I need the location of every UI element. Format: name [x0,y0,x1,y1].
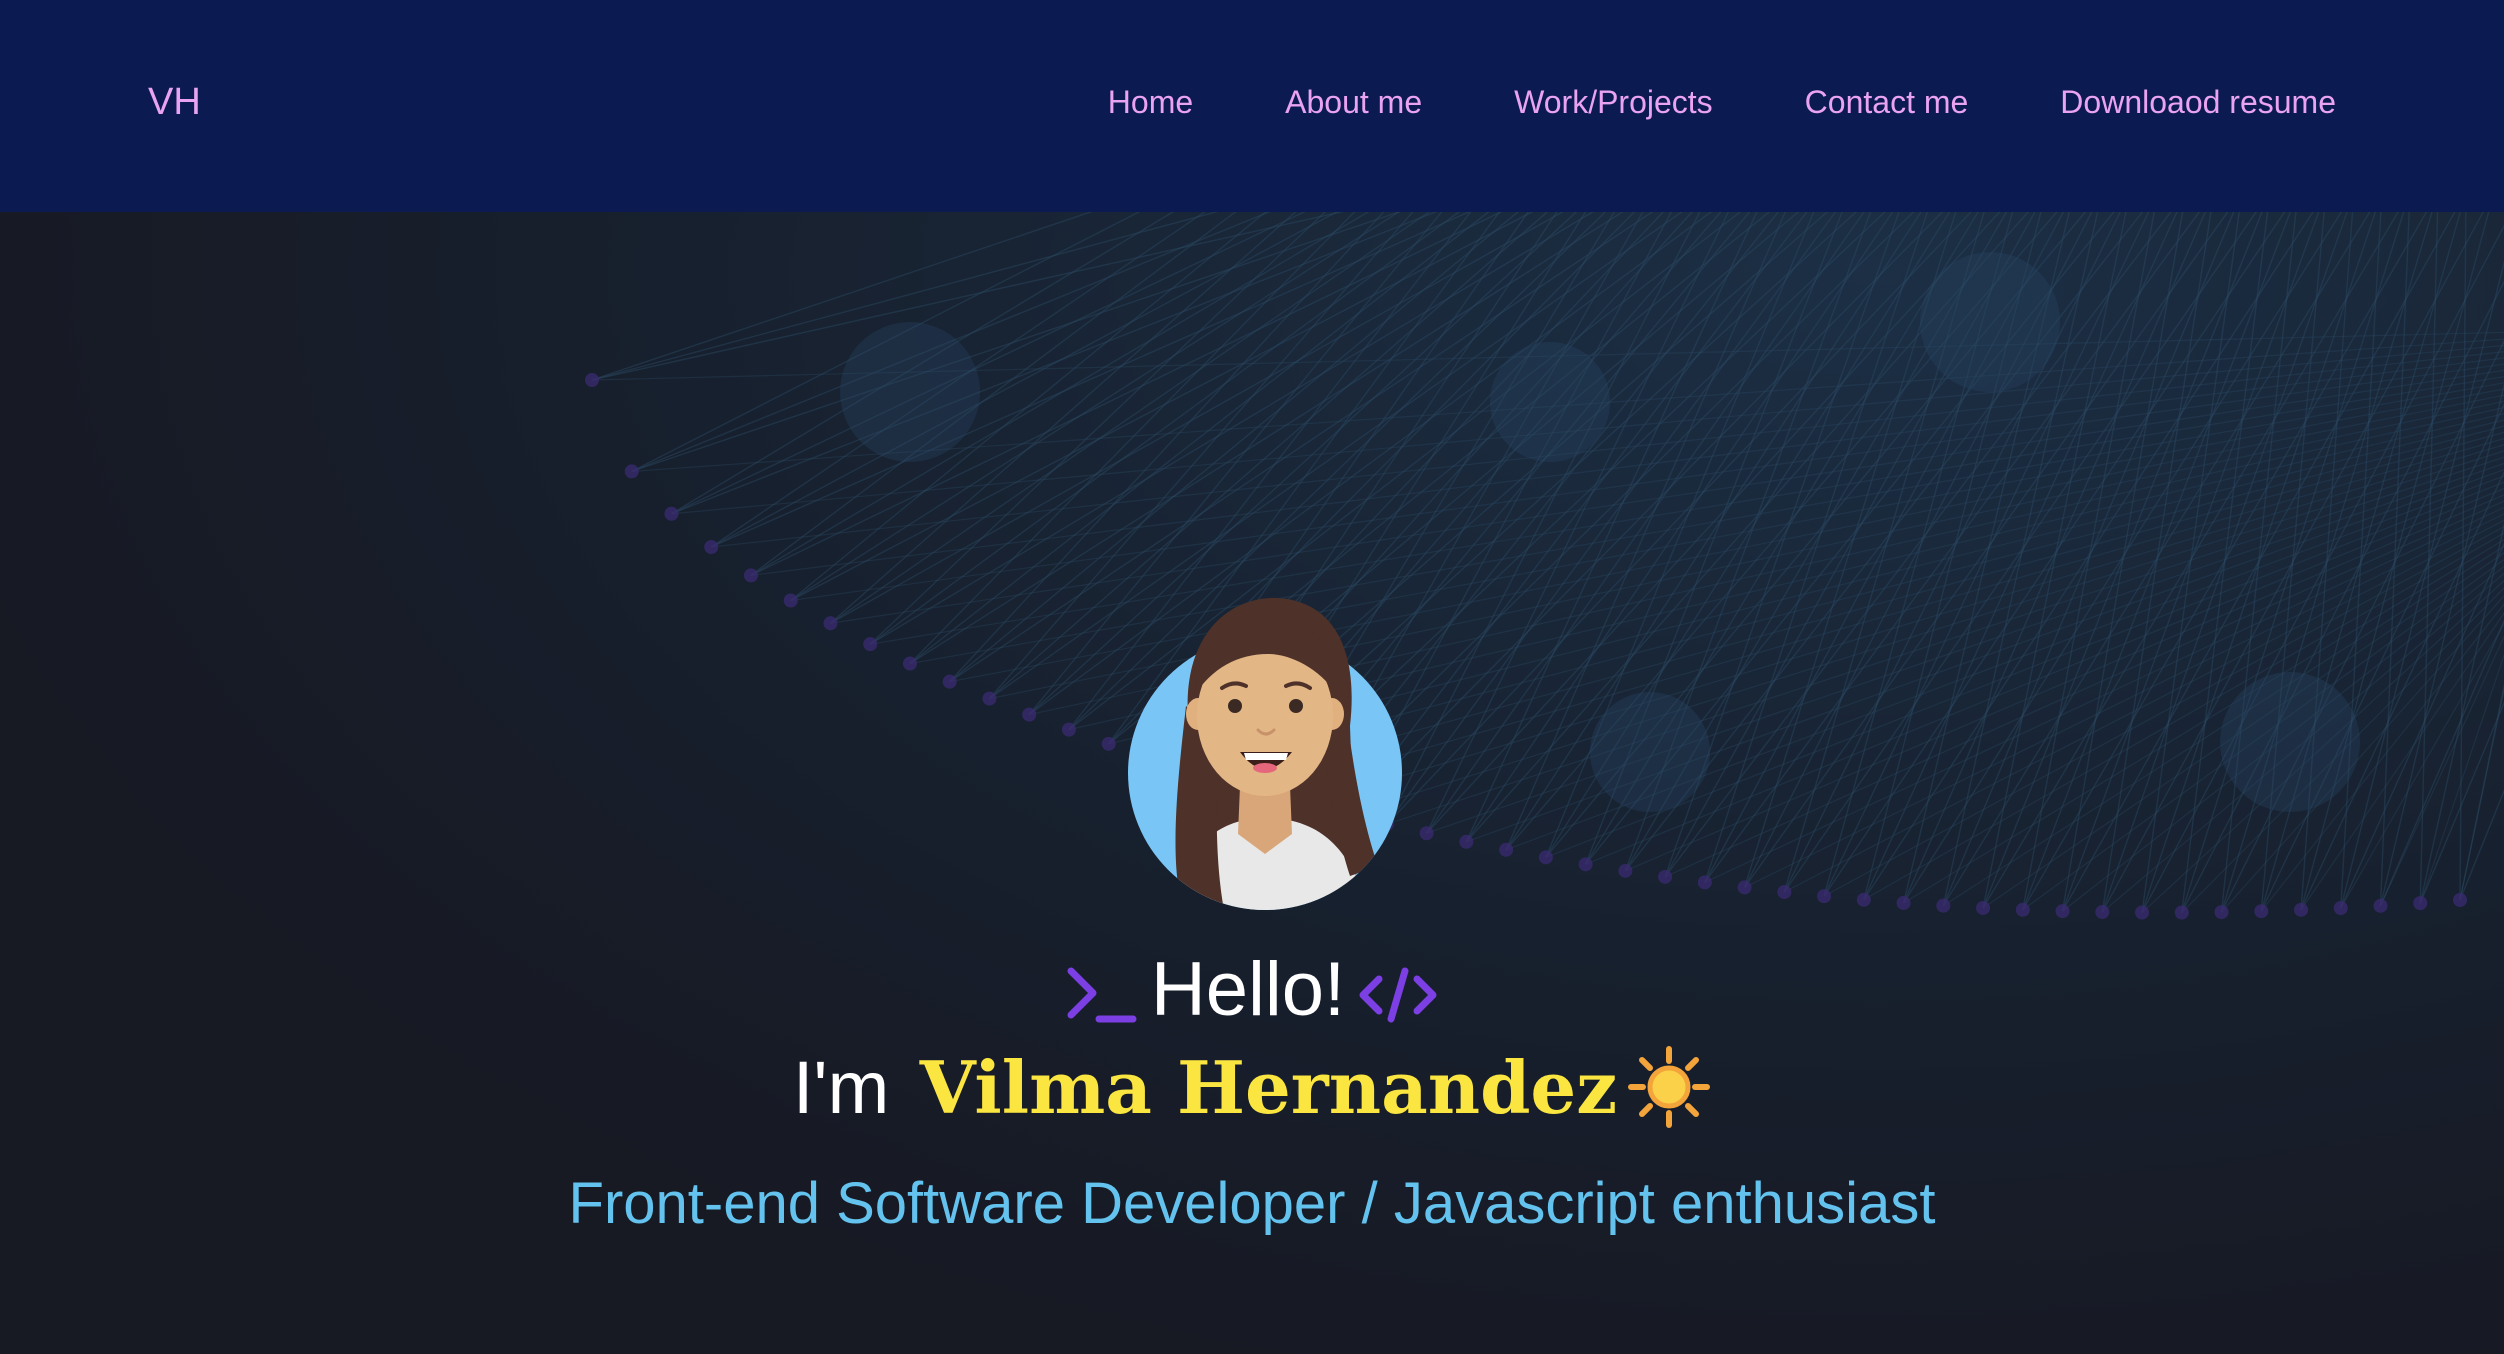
nav-link-resume[interactable]: Downloaod resume [2060,76,2336,128]
intro-text: I'm [792,1046,910,1129]
nav-link-projects[interactable]: Work/Projects [1514,76,1713,128]
intro-line: I'm Vilma Hernandez [0,1038,2504,1138]
greeting-text: Hello! [1150,947,1346,1032]
nav-link-home[interactable]: Home [1108,76,1193,128]
greeting-line: Hello! [0,940,2504,1040]
nav-links: Home About me Work/Projects Contact me D… [1108,76,2336,128]
code-tag-icon [1359,967,1437,1023]
navbar: VH Home About me Work/Projects Contact m… [0,0,2504,212]
terminal-prompt-icon [1067,967,1137,1023]
avatar [1128,597,1402,910]
nav-link-contact[interactable]: Contact me [1805,76,1969,128]
subtitle: Front-end Software Developer / Javascrip… [568,1171,1936,1236]
nav-link-about[interactable]: About me [1285,76,1422,128]
page: VH Home About me Work/Projects Contact m… [0,0,2504,1354]
hero-section: Hello! I'm Vilma Hernandez Front-end Sof… [0,212,2504,1354]
brand-logo[interactable]: VH [148,76,201,128]
sun-emoji-icon [1628,1046,1711,1129]
person-name: Vilma Hernandez [919,1045,1618,1130]
